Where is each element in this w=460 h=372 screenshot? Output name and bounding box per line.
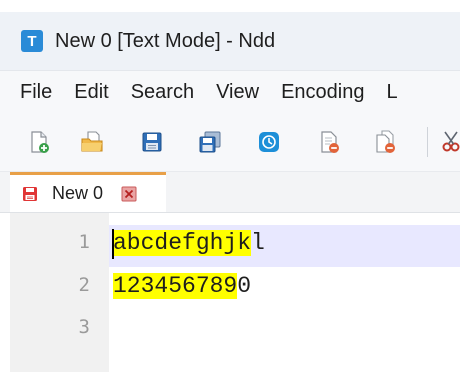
menu-bar: File Edit Search View Encoding L — [0, 71, 460, 113]
save-icon[interactable] — [140, 130, 164, 154]
title-bar: T New 0 [Text Mode] - Ndd — [0, 12, 460, 71]
save-all-icon[interactable] — [198, 130, 222, 154]
auto-save-icon[interactable] — [257, 130, 281, 154]
new-file-icon[interactable] — [27, 130, 51, 154]
line-number: 3 — [78, 316, 90, 338]
menu-encoding[interactable]: Encoding — [270, 81, 375, 104]
close-file-icon[interactable] — [317, 130, 341, 154]
line-number: 1 — [78, 231, 90, 253]
toolbar-separator — [427, 127, 428, 157]
open-folder-icon[interactable] — [80, 130, 104, 154]
unsaved-file-icon — [23, 186, 37, 201]
menu-file[interactable]: File — [0, 81, 63, 104]
selection-highlight: 123456789 — [113, 273, 238, 299]
line-number-gutter: 1 2 3 — [10, 213, 109, 372]
selection-highlight: abcdefghjk — [113, 230, 252, 256]
menu-view[interactable]: View — [205, 81, 270, 104]
text-caret — [112, 229, 114, 259]
cut-icon[interactable] — [441, 130, 460, 154]
menu-edit[interactable]: Edit — [63, 81, 119, 104]
menu-search[interactable]: Search — [120, 81, 205, 104]
text-editor[interactable]: 1 2 3 abcdefghjkl 1234567890 — [0, 213, 460, 372]
tab-close-icon[interactable] — [121, 186, 137, 202]
window-top-edge — [0, 0, 460, 12]
ndd-editor-window: T New 0 [Text Mode] - Ndd File Edit Sear… — [0, 0, 460, 372]
code-line-1[interactable]: abcdefghjkl — [113, 228, 265, 258]
tab-new-0[interactable]: New 0 — [10, 172, 166, 212]
window-title: New 0 [Text Mode] - Ndd — [55, 29, 276, 52]
line-number: 2 — [78, 274, 90, 296]
code-line-2[interactable]: 1234567890 — [113, 271, 251, 301]
toolbar — [0, 113, 460, 172]
menu-language-truncated[interactable]: L — [375, 81, 408, 104]
tab-label: New 0 — [52, 183, 104, 203]
close-all-icon[interactable] — [374, 130, 398, 154]
code-text: 0 — [237, 273, 252, 299]
app-icon: T — [21, 30, 43, 52]
code-text: l — [251, 230, 265, 256]
tab-bar: New 0 — [0, 172, 460, 213]
